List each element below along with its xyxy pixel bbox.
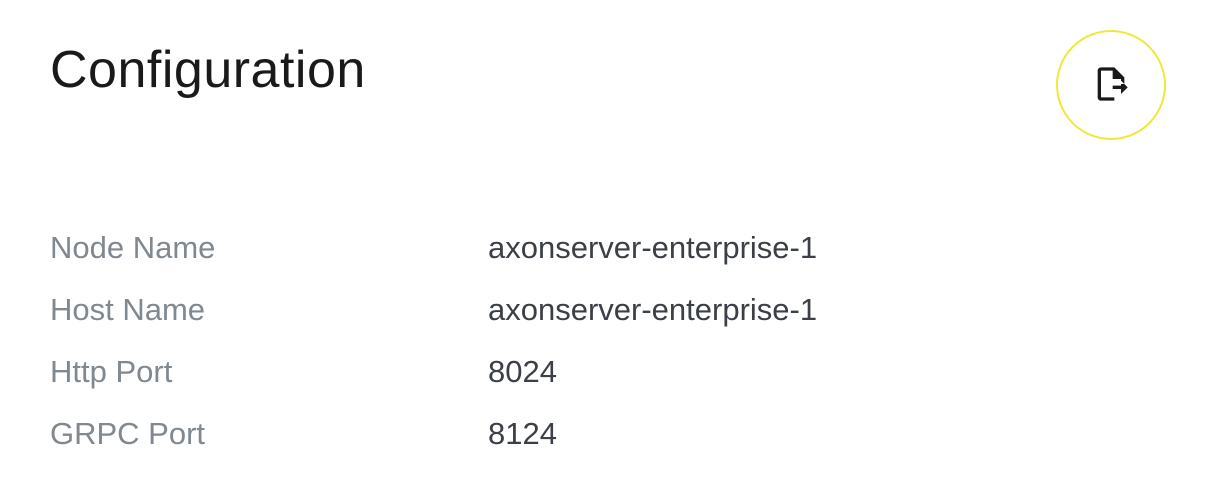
config-table: Node Name axonserver-enterprise-1 Host N… — [50, 230, 1176, 452]
config-value-host-name: axonserver-enterprise-1 — [488, 292, 817, 328]
config-row: Host Name axonserver-enterprise-1 — [50, 292, 1176, 328]
export-icon — [1091, 64, 1131, 107]
config-row: GRPC Port 8124 — [50, 416, 1176, 452]
config-value-grpc-port: 8124 — [488, 416, 557, 452]
config-label-host-name: Host Name — [50, 292, 488, 328]
page-title: Configuration — [50, 40, 366, 100]
page-header: Configuration — [50, 40, 1176, 140]
config-value-node-name: axonserver-enterprise-1 — [488, 230, 817, 266]
config-label-node-name: Node Name — [50, 230, 488, 266]
config-row: Node Name axonserver-enterprise-1 — [50, 230, 1176, 266]
config-row: Http Port 8024 — [50, 354, 1176, 390]
config-label-grpc-port: GRPC Port — [50, 416, 488, 452]
config-value-http-port: 8024 — [488, 354, 557, 390]
config-label-http-port: Http Port — [50, 354, 488, 390]
export-button[interactable] — [1056, 30, 1166, 140]
